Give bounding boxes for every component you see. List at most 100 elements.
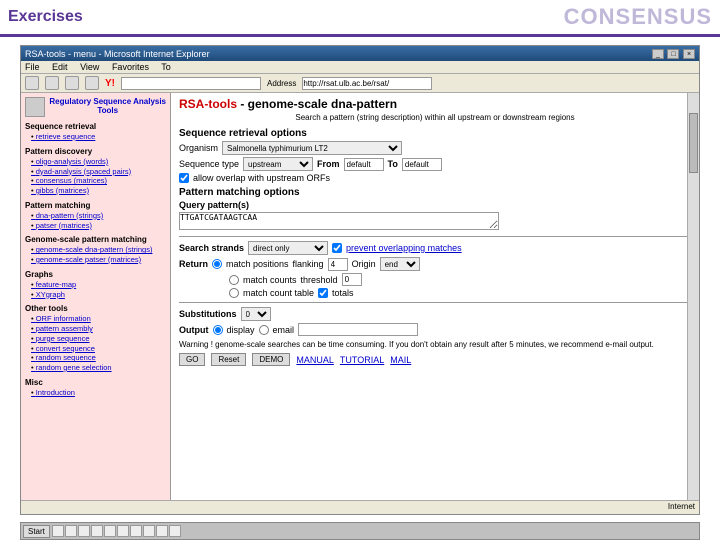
- status-right: Internet: [668, 502, 695, 513]
- tray-icon[interactable]: [117, 525, 129, 537]
- sidebar-item[interactable]: genome-scale dna-pattern (strings): [31, 245, 166, 255]
- threshold-label: threshold: [301, 275, 338, 285]
- output-display-radio[interactable]: [213, 325, 223, 335]
- seqtype-select[interactable]: upstream: [243, 157, 313, 171]
- seq-options-header: Sequence retrieval options: [179, 128, 691, 139]
- tray-icon[interactable]: [78, 525, 90, 537]
- taskbar: Start: [20, 522, 700, 540]
- menu-tools[interactable]: To: [161, 62, 171, 72]
- sidebar-item[interactable]: retrieve sequence: [31, 132, 166, 142]
- sidebar-item[interactable]: XYgraph: [31, 290, 166, 300]
- maximize-button[interactable]: □: [667, 49, 679, 59]
- sidebar-item[interactable]: oligo-analysis (words): [31, 157, 166, 167]
- menu-file[interactable]: File: [25, 62, 40, 72]
- back-button[interactable]: [25, 76, 39, 90]
- refresh-button[interactable]: [85, 76, 99, 90]
- sidebar-item[interactable]: consensus (matrices): [31, 176, 166, 186]
- slide-title-right: CONSENSUS: [564, 4, 712, 30]
- tray-icon[interactable]: [91, 525, 103, 537]
- minimize-button[interactable]: _: [652, 49, 664, 59]
- return-positions-label: match positions: [226, 259, 289, 269]
- tray-icon[interactable]: [143, 525, 155, 537]
- return-positions-radio[interactable]: [212, 259, 222, 269]
- menu-favorites[interactable]: Favorites: [112, 62, 149, 72]
- sidebar-item[interactable]: dyad-analysis (spaced pairs): [31, 167, 166, 177]
- output-label: Output: [179, 325, 209, 335]
- manual-link[interactable]: MANUAL: [296, 355, 334, 365]
- return-counts-radio[interactable]: [229, 275, 239, 285]
- from-input[interactable]: [344, 158, 384, 171]
- subs-select[interactable]: 0: [241, 307, 271, 321]
- section-genome-scale: Genome-scale pattern matching: [25, 235, 166, 244]
- sidebar-item[interactable]: feature-map: [31, 280, 166, 290]
- tray-icon[interactable]: [65, 525, 77, 537]
- pattern-options-header: Pattern matching options: [179, 187, 691, 198]
- window-title: RSA-tools - menu - Microsoft Internet Ex…: [25, 49, 210, 59]
- sidebar-item[interactable]: convert sequence: [31, 344, 166, 354]
- from-label: From: [317, 159, 340, 169]
- tray-icon[interactable]: [104, 525, 116, 537]
- prevent-overlap-checkbox[interactable]: [332, 243, 342, 253]
- return-table-label: match count table: [243, 288, 314, 298]
- query-pattern-input[interactable]: TTGATCGATAAGTCAA: [179, 212, 499, 230]
- mail-link[interactable]: MAIL: [390, 355, 411, 365]
- section-seq-retrieval: Sequence retrieval: [25, 122, 166, 131]
- return-table-radio[interactable]: [229, 288, 239, 298]
- warning-text: Warning ! genome-scale searches can be t…: [179, 340, 691, 349]
- section-pattern-discovery: Pattern discovery: [25, 147, 166, 156]
- close-button[interactable]: ×: [683, 49, 695, 59]
- window-controls: _ □ ×: [651, 48, 695, 59]
- page-subtitle: Search a pattern (string description) wi…: [179, 113, 691, 122]
- start-button[interactable]: Start: [23, 525, 50, 538]
- section-graphs: Graphs: [25, 270, 166, 279]
- sidebar-item[interactable]: gibbs (matrices): [31, 186, 166, 196]
- flanking-input[interactable]: [328, 258, 348, 271]
- address-input[interactable]: [302, 77, 432, 90]
- menu-edit[interactable]: Edit: [52, 62, 68, 72]
- section-pattern-matching: Pattern matching: [25, 201, 166, 210]
- yahoo-icon[interactable]: Y!: [105, 78, 115, 89]
- totals-label: totals: [332, 288, 354, 298]
- sidebar-item[interactable]: ORF information: [31, 314, 166, 324]
- sidebar-item[interactable]: genome-scale patser (matrices): [31, 255, 166, 265]
- section-other-tools: Other tools: [25, 304, 166, 313]
- stop-button[interactable]: [65, 76, 79, 90]
- strands-label: Search strands: [179, 243, 244, 253]
- sidebar-item[interactable]: patser (matrices): [31, 221, 166, 231]
- prevent-overlap-label[interactable]: prevent overlapping matches: [346, 243, 462, 253]
- vertical-scrollbar[interactable]: [687, 93, 699, 500]
- sidebar-item[interactable]: Introduction: [31, 388, 166, 398]
- yahoo-search-input[interactable]: [121, 77, 261, 90]
- overlap-checkbox[interactable]: [179, 173, 189, 183]
- overlap-label: allow overlap with upstream ORFs: [193, 173, 330, 183]
- email-input[interactable]: [298, 323, 418, 336]
- forward-button[interactable]: [45, 76, 59, 90]
- sidebar-item[interactable]: purge sequence: [31, 334, 166, 344]
- tutorial-link[interactable]: TUTORIAL: [340, 355, 384, 365]
- scrollbar-thumb[interactable]: [689, 113, 698, 173]
- go-button[interactable]: GO: [179, 353, 205, 366]
- strands-select[interactable]: direct only: [248, 241, 328, 255]
- tray-icon[interactable]: [52, 525, 64, 537]
- subs-label: Substitutions: [179, 309, 237, 319]
- tray-icon[interactable]: [130, 525, 142, 537]
- sidebar-item[interactable]: random sequence: [31, 353, 166, 363]
- demo-button[interactable]: DEMO: [252, 353, 290, 366]
- tray-icon[interactable]: [169, 525, 181, 537]
- sidebar-item[interactable]: pattern assembly: [31, 324, 166, 334]
- seqtype-label: Sequence type: [179, 159, 239, 169]
- sidebar-item[interactable]: dna-pattern (strings): [31, 211, 166, 221]
- brand-title: Regulatory Sequence Analysis Tools: [49, 98, 166, 116]
- output-email-radio[interactable]: [259, 325, 269, 335]
- origin-select[interactable]: end: [380, 257, 420, 271]
- tray-icon[interactable]: [156, 525, 168, 537]
- return-counts-label: match counts: [243, 275, 297, 285]
- menu-view[interactable]: View: [80, 62, 99, 72]
- reset-button[interactable]: Reset: [211, 353, 246, 366]
- threshold-input[interactable]: [342, 273, 362, 286]
- organism-select[interactable]: Salmonella typhimurium LT2: [222, 141, 402, 155]
- to-input[interactable]: [402, 158, 442, 171]
- totals-checkbox[interactable]: [318, 288, 328, 298]
- organism-label: Organism: [179, 143, 218, 153]
- sidebar-item[interactable]: random gene selection: [31, 363, 166, 373]
